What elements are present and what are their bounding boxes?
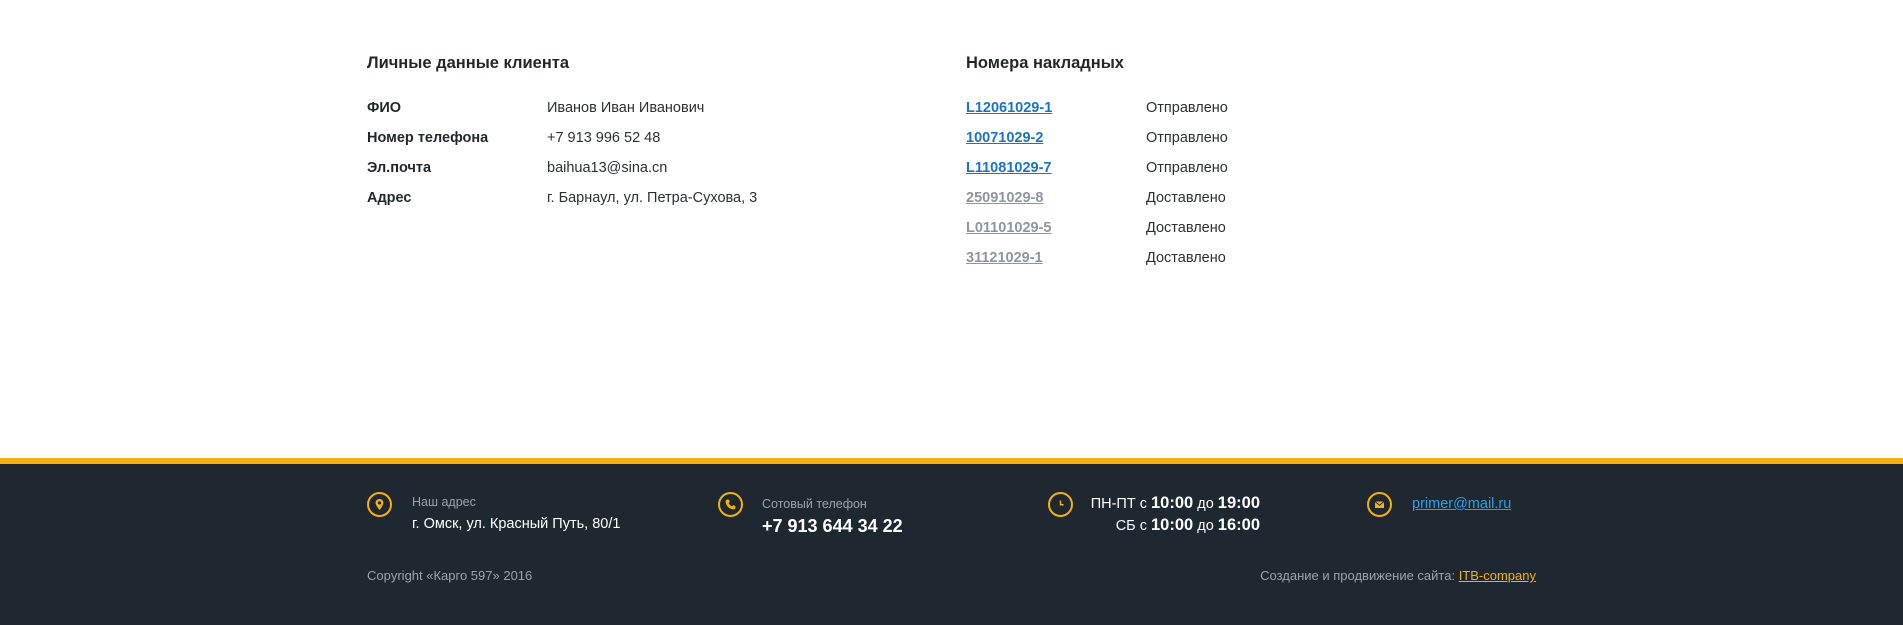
invoice-link[interactable]: L01101029-5 (966, 218, 1146, 248)
hours-weekday-mid: до (1197, 496, 1214, 512)
email-link[interactable]: primer@mail.ru (1412, 494, 1511, 514)
map-pin-icon (367, 492, 392, 517)
site-credit: Создание и продвижение сайта: ITB-compan… (1260, 567, 1536, 585)
client-field-address: Адрес г. Барнаул, ул. Петра-Сухова, 3 (367, 188, 927, 218)
field-value: +7 913 996 52 48 (547, 130, 661, 146)
invoice-row: 10071029-2 Отправлено (966, 128, 1526, 158)
invoice-row: 25091029-8 Доставлено (966, 188, 1526, 218)
hours-weekday-prefix: ПН-ПТ с (1090, 496, 1147, 512)
hours-weekday-to: 19:00 (1217, 494, 1260, 512)
invoice-status: Отправлено (1146, 160, 1228, 176)
invoice-row: 31121029-1 Доставлено (966, 248, 1526, 278)
invoice-status: Отправлено (1146, 130, 1228, 146)
copyright: Copyright «Карго 597» 2016 (367, 568, 533, 583)
main-content: Личные данные клиента ФИО Иванов Иван Ив… (0, 0, 1903, 458)
invoice-row: L11081029-7 Отправлено (966, 158, 1526, 188)
credit-link[interactable]: ITB-company (1459, 568, 1536, 583)
field-label: Эл.почта (367, 160, 432, 176)
phone-icon (718, 492, 743, 517)
hours-saturday: СБ с 10:00 до 16:00 (1070, 514, 1260, 537)
invoice-link[interactable]: 25091029-8 (966, 188, 1146, 218)
invoice-link[interactable]: 31121029-1 (966, 248, 1146, 278)
field-value: baihua13@sina.cn (547, 160, 668, 176)
client-data-title: Личные данные клиента (367, 54, 570, 72)
hours-sat-from: 10:00 (1151, 516, 1194, 534)
client-field-phone: Номер телефона +7 913 996 52 48 (367, 128, 927, 158)
invoices-section: Номера накладных L12061029-1 Отправлено … (966, 52, 1526, 278)
invoices-title: Номера накладных (966, 54, 1124, 72)
field-value: г. Барнаул, ул. Петра-Сухова, 3 (547, 190, 758, 206)
invoice-row: L12061029-1 Отправлено (966, 98, 1526, 128)
field-value: Иванов Иван Иванович (547, 100, 705, 116)
invoice-status: Доставлено (1146, 190, 1226, 206)
invoice-status: Доставлено (1146, 220, 1226, 236)
phone-value: +7 913 644 34 22 (762, 516, 903, 536)
invoice-row: L01101029-5 Доставлено (966, 218, 1526, 248)
footer: Наш адрес г. Омск, ул. Красный Путь, 80/… (0, 464, 1903, 625)
hours-weekday-from: 10:00 (1151, 494, 1194, 512)
client-data-list: ФИО Иванов Иван Иванович Номер телефона … (367, 98, 927, 218)
invoice-status: Отправлено (1146, 100, 1228, 116)
field-label: ФИО (367, 100, 402, 116)
hours-sat-to: 16:00 (1217, 516, 1260, 534)
phone-label: Сотовый телефон (762, 497, 867, 511)
hours-weekday: ПН-ПТ с 10:00 до 19:00 (1070, 492, 1260, 515)
invoices-list: L12061029-1 Отправлено 10071029-2 Отправ… (966, 98, 1526, 278)
field-label: Адрес (367, 190, 412, 206)
invoice-link[interactable]: L11081029-7 (966, 158, 1146, 188)
field-label: Номер телефона (367, 130, 489, 146)
invoice-link[interactable]: 10071029-2 (966, 128, 1146, 158)
address-value: г. Омск, ул. Красный Путь, 80/1 (412, 516, 621, 532)
client-field-email: Эл.почта baihua13@sina.cn (367, 158, 927, 188)
client-field-fio: ФИО Иванов Иван Иванович (367, 98, 927, 128)
hours-sat-prefix: СБ с (1115, 518, 1147, 534)
invoice-link[interactable]: L12061029-1 (966, 98, 1146, 128)
hours-sat-mid: до (1197, 518, 1214, 534)
credit-text: Создание и продвижение сайта: (1260, 568, 1456, 583)
client-data-section: Личные данные клиента ФИО Иванов Иван Ив… (367, 52, 927, 218)
invoice-status: Доставлено (1146, 250, 1226, 266)
address-label: Наш адрес (412, 495, 476, 509)
mail-icon (1367, 492, 1392, 517)
